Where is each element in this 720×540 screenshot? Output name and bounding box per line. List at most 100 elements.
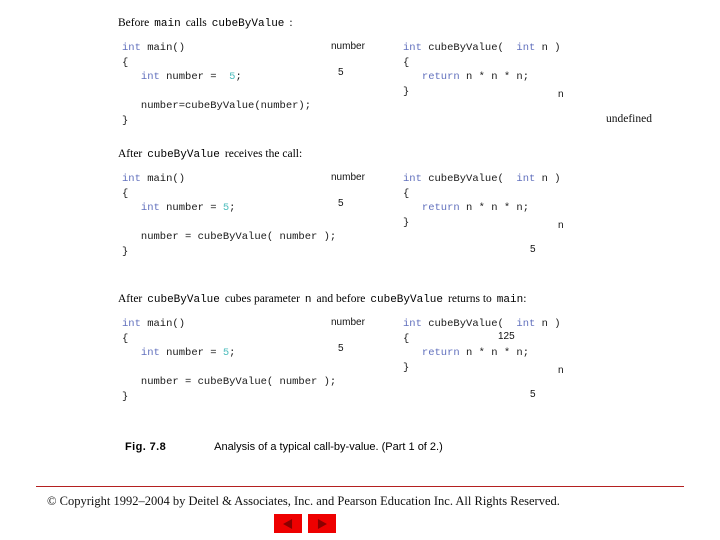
memory-value-number: 5	[338, 198, 344, 209]
code-token: n )	[535, 42, 561, 54]
code-token: {	[403, 187, 410, 200]
memory-value-number: 5	[338, 343, 344, 354]
slide-canvas: Before main calls cubeByValue: int main(){ …	[0, 0, 720, 540]
header-code-cubebyvalue-2: cubeByValue	[370, 294, 444, 306]
code-token: n * n * n;	[459, 347, 530, 360]
code-token: number =	[159, 347, 223, 360]
code-token: ;	[229, 347, 236, 360]
triangle-left-icon	[283, 518, 293, 529]
code-token: n * n * n;	[459, 71, 530, 84]
analysis-step-receives-call: After cubeByValue receives the call: int m…	[118, 147, 708, 270]
header-text-part-2: calls	[185, 17, 207, 29]
code-line: number = cubeByValue( number );	[122, 375, 336, 390]
header-text-part-3: :	[289, 17, 293, 29]
code-token: number = cubeByValue( number );	[122, 231, 337, 244]
analysis-step-before-call: Before main calls cubeByValue: int main(){ …	[118, 16, 708, 139]
code-panes: int main(){ int number = 5; number=cubeB…	[118, 35, 708, 139]
code-line: }	[403, 361, 561, 376]
header-text-part-1: After	[118, 148, 143, 160]
code-token: n * n * n;	[459, 202, 530, 215]
header-text-part-2: receives the call:	[224, 148, 303, 160]
code-line: }	[122, 114, 311, 129]
code-token: number =	[159, 71, 223, 84]
code-line: int cubeByValue( int n )	[403, 41, 561, 56]
memory-label-number: number	[331, 172, 365, 183]
main-function-code: int main(){ int number = 5; number = cub…	[122, 172, 336, 260]
code-token: ;	[235, 71, 242, 84]
memory-label-number: number	[331, 41, 365, 52]
header-code-main: main	[154, 18, 181, 30]
code-token: {	[403, 56, 410, 69]
code-line: int main()	[122, 41, 311, 56]
code-token: int	[403, 173, 422, 185]
code-token: int	[140, 71, 160, 84]
code-line: number=cubeByValue(number);	[122, 99, 311, 114]
code-token: n )	[535, 318, 561, 330]
code-line: int number = 5;	[122, 70, 311, 85]
code-line: }	[403, 85, 561, 100]
figure-caption: Fig. 7.8 Analysis of a typical call-by-va…	[125, 441, 443, 453]
main-function-code: int main(){ int number = 5; number=cubeB…	[122, 41, 311, 129]
code-line: int main()	[122, 172, 336, 187]
code-token: {	[403, 332, 410, 345]
next-slide-button[interactable]	[308, 514, 336, 533]
triangle-right-icon	[317, 518, 327, 529]
header-text-part-3: and before	[316, 293, 366, 305]
code-line: {	[122, 187, 336, 202]
header-text-part-1: Before	[118, 17, 150, 29]
code-line: {	[122, 332, 336, 347]
code-token: int	[403, 318, 422, 330]
slide-navigation	[274, 514, 336, 533]
header-text-part-2: cubes parameter	[224, 293, 300, 305]
header-code-cubebyvalue: cubeByValue	[147, 294, 220, 306]
code-token: }	[403, 361, 410, 374]
memory-label-n: n	[558, 365, 564, 376]
code-token: cubeByValue(	[421, 42, 517, 54]
header-text-part-1: After	[118, 293, 143, 305]
code-token: ;	[229, 202, 236, 215]
code-line: int main()	[122, 317, 336, 332]
code-token: return	[421, 347, 460, 360]
code-line: }	[122, 390, 336, 405]
code-token: int	[516, 42, 536, 54]
code-token: int	[140, 202, 160, 215]
code-token: {	[122, 332, 129, 345]
code-token: main()	[140, 173, 186, 185]
code-line: return n * n * n;	[403, 70, 561, 85]
memory-label-number: number	[331, 317, 365, 328]
code-line: int number = 5;	[122, 201, 336, 216]
code-line: }	[122, 245, 336, 260]
memory-value-number: 5	[338, 67, 344, 78]
previous-slide-button[interactable]	[274, 514, 302, 533]
code-token: number =	[159, 202, 223, 215]
header-code-main: main	[496, 294, 524, 306]
code-line: {	[403, 187, 561, 202]
code-token: int	[403, 42, 422, 54]
copyright-notice: © Copyright 1992–2004 by Deitel & Associ…	[47, 494, 560, 508]
code-token: {	[122, 56, 129, 69]
memory-value-n: 5	[530, 389, 536, 400]
code-token: int	[122, 173, 141, 185]
code-token: main()	[140, 318, 186, 330]
memory-label-n: n	[558, 89, 564, 100]
code-line: return n * n * n;	[403, 346, 561, 361]
footer-divider	[36, 486, 684, 487]
cubebyvalue-function-code: int cubeByValue( int n ){ return n * n *…	[403, 172, 561, 230]
computed-result-value: 125	[498, 331, 515, 342]
memory-value-n: undefined	[606, 113, 652, 125]
code-token: int	[122, 318, 141, 330]
section-header: After cubeByValue cubes parameter n and befo…	[118, 292, 708, 307]
code-token: number=cubeByValue(number);	[122, 100, 312, 113]
main-function-code: int main(){ int number = 5; number = cub…	[122, 317, 336, 405]
code-token: return	[421, 202, 460, 215]
header-code-cubebyvalue: cubeByValue	[147, 149, 220, 161]
code-line: int cubeByValue( int n )	[403, 172, 561, 187]
